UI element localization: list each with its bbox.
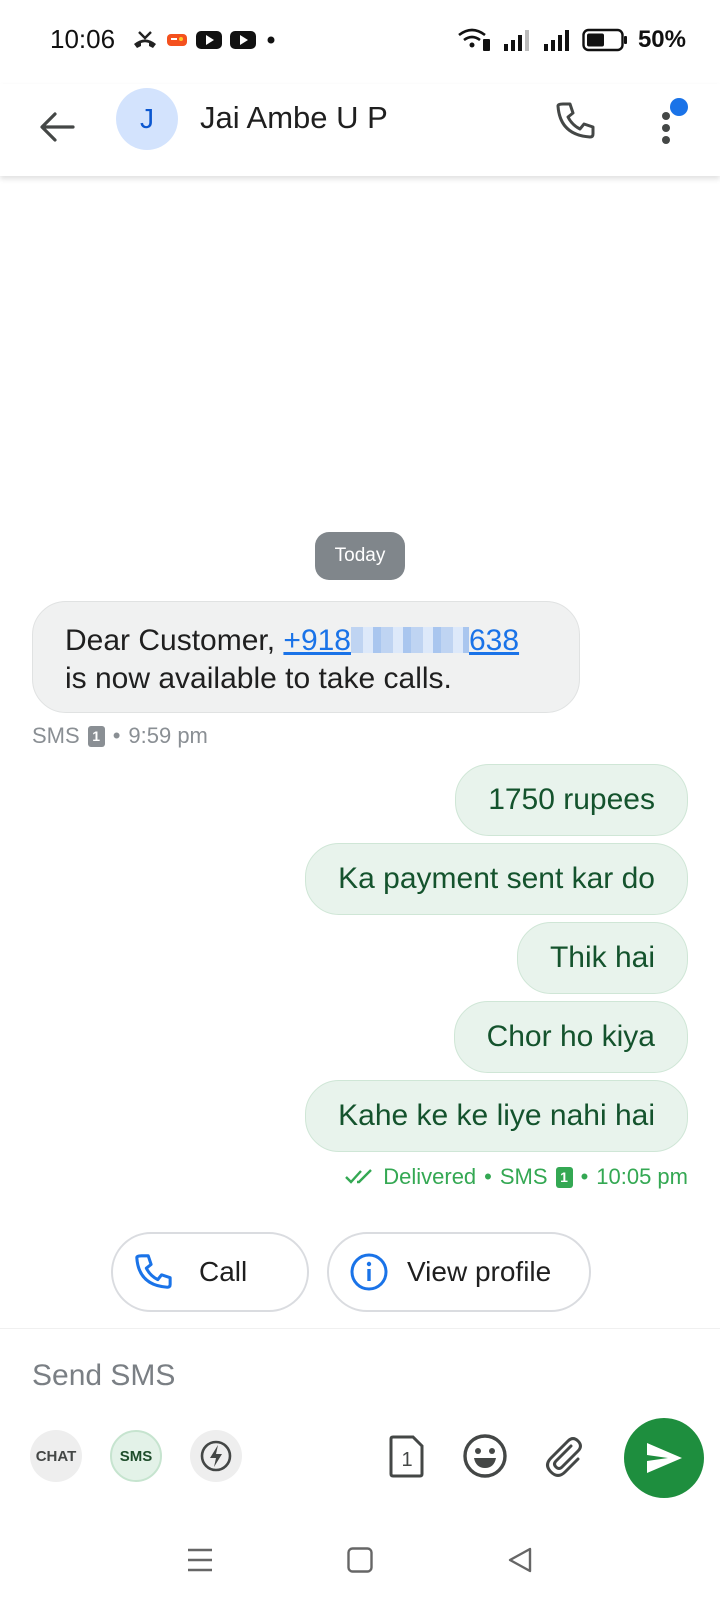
message-input[interactable] — [32, 1359, 592, 1393]
system-navigation-bar — [0, 1520, 720, 1604]
chip-label: Call — [199, 1256, 248, 1287]
outgoing-message-bubble[interactable]: Chor ho kiya — [453, 1001, 688, 1073]
signal-icon — [543, 30, 569, 51]
battery-percentage: 50% — [637, 26, 686, 53]
sim-icon: 1 — [87, 725, 105, 747]
game-icon — [167, 34, 187, 46]
status-bar: 10:06 50% — [0, 0, 720, 84]
triangle-back-icon — [508, 1547, 532, 1573]
channel-label: SMS — [32, 723, 80, 748]
status-time: 10:06 — [50, 24, 116, 54]
info-icon — [349, 1252, 389, 1292]
double-check-icon — [345, 1169, 373, 1184]
back-nav-button[interactable] — [498, 1538, 542, 1582]
outgoing-message-bubble[interactable]: Thik hai — [516, 922, 688, 994]
message-time: 9:59 pm — [128, 723, 208, 748]
system-icons: 50% — [456, 26, 686, 54]
channel-label: SMS — [499, 1164, 548, 1189]
more-dot-icon — [662, 124, 670, 132]
notification-badge — [670, 98, 688, 116]
quick-action-button[interactable] — [190, 1430, 242, 1482]
recents-button[interactable] — [178, 1538, 222, 1582]
call-suggestion-chip[interactable]: Call — [111, 1232, 309, 1312]
send-icon — [647, 1443, 682, 1473]
sim-card-icon: 1 — [389, 1435, 424, 1478]
incoming-message-bubble[interactable]: Dear Customer, +918 638 is now available … — [32, 601, 580, 713]
sim-select-button[interactable]: 1 — [380, 1429, 434, 1483]
dot-icon — [267, 36, 275, 44]
outgoing-message-bubble[interactable]: Kahe ke ke liye nahi hai — [305, 1080, 688, 1152]
notification-icons — [132, 28, 278, 52]
message-text: is now available to take calls. — [65, 662, 452, 695]
more-dot-icon — [662, 112, 670, 120]
emoji-icon — [463, 1434, 507, 1478]
more-options-button[interactable] — [648, 94, 688, 150]
call-button[interactable] — [548, 94, 602, 148]
back-button[interactable] — [32, 102, 82, 152]
conversation-header: J Jai Ambe U P — [0, 84, 720, 176]
paperclip-icon — [546, 1437, 582, 1477]
outgoing-message-meta: Delivered • SMS 1 • 10:05 pm — [345, 1164, 688, 1190]
send-button[interactable] — [624, 1418, 704, 1498]
menu-lines-icon — [188, 1548, 212, 1572]
battery-icon — [582, 28, 627, 52]
sim-icon: 1 — [555, 1166, 573, 1188]
youtube-icon — [196, 31, 222, 49]
incoming-message-meta: SMS 1 • 9:59 pm — [32, 723, 208, 748]
youtube-icon — [230, 31, 256, 49]
sms-mode-button[interactable]: SMS — [110, 1430, 162, 1482]
phone-number-link[interactable]: +918 638 — [283, 624, 519, 657]
compose-bar: CHAT SMS 1 — [0, 1328, 720, 1496]
square-icon — [347, 1547, 373, 1573]
wifi-call-icon — [458, 28, 490, 51]
chip-label: View profile — [407, 1256, 552, 1287]
lightning-icon — [200, 1440, 232, 1472]
signal-icon — [503, 30, 529, 51]
date-divider: Today — [315, 532, 405, 580]
emoji-button[interactable] — [458, 1429, 512, 1483]
more-dot-icon — [662, 136, 670, 144]
outgoing-message-bubble[interactable]: 1750 rupees — [455, 764, 688, 836]
contact-avatar[interactable]: J — [116, 88, 178, 150]
arrow-back-icon — [40, 112, 75, 142]
delivery-status: Delivered — [383, 1164, 477, 1189]
attach-button[interactable] — [536, 1429, 590, 1483]
svg-text:1: 1 — [401, 1449, 412, 1471]
redacted-digits — [351, 627, 469, 653]
missed-call-icon — [134, 31, 156, 48]
chat-mode-button[interactable]: CHAT — [30, 1430, 82, 1482]
outgoing-message-bubble[interactable]: Ka payment sent kar do — [305, 843, 688, 915]
view-profile-suggestion-chip[interactable]: View profile — [327, 1232, 591, 1312]
phone-icon — [133, 1252, 173, 1292]
home-button[interactable] — [338, 1538, 382, 1582]
phone-icon — [556, 102, 595, 139]
message-time: 10:05 pm — [596, 1164, 688, 1189]
contact-name[interactable]: Jai Ambe U P — [200, 100, 388, 136]
message-text: Dear Customer, — [65, 624, 284, 657]
